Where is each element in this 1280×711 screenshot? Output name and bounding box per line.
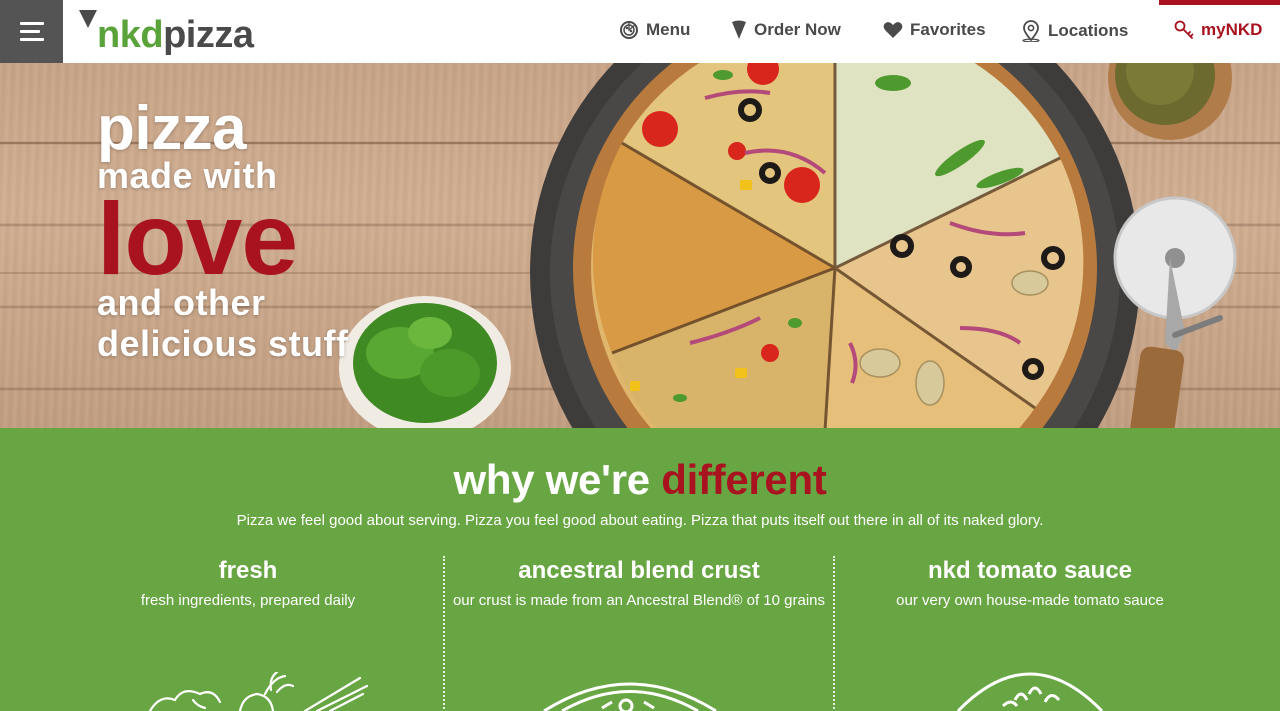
nav-order-now-label: Order Now bbox=[754, 20, 841, 39]
site-header: nkd pizza Menu Order Now Favorites Locati… bbox=[0, 0, 1280, 63]
hero-headline: pizza made with love and other delicious… bbox=[97, 94, 349, 365]
hamburger-line bbox=[20, 38, 44, 41]
hamburger-line bbox=[20, 30, 40, 33]
heart-icon bbox=[883, 22, 903, 38]
key-icon bbox=[1174, 20, 1194, 39]
feature-fresh: fresh fresh ingredients, prepared daily bbox=[60, 556, 436, 612]
pizza-icon bbox=[620, 21, 638, 39]
feature-text: our very own house-made tomato sauce bbox=[896, 592, 1164, 609]
hero-line-and-other: and other bbox=[97, 282, 266, 323]
tomato-sauce-icon bbox=[956, 672, 1104, 711]
feature-text: fresh ingredients, prepared daily bbox=[140, 592, 356, 609]
logo-slice-icon bbox=[79, 10, 97, 28]
feature-title: ancestral blend crust bbox=[518, 557, 760, 584]
hamburger-line bbox=[20, 22, 44, 25]
mynkd-accent-bar bbox=[1159, 0, 1280, 5]
nav-menu-label: Menu bbox=[646, 20, 691, 39]
why-different-section: why we're different Pizza we feel good a… bbox=[0, 428, 1280, 711]
pizza-crust-icon bbox=[543, 682, 717, 711]
nav-favorites-label: Favorites bbox=[910, 20, 986, 39]
nav-mynkd-link[interactable]: myNKD bbox=[1174, 20, 1262, 40]
feature-title: fresh bbox=[218, 557, 278, 584]
nav-mynkd-label: myNKD bbox=[1201, 20, 1263, 39]
column-divider bbox=[833, 556, 835, 711]
feature-title: nkd tomato sauce bbox=[927, 557, 1133, 584]
slice-icon bbox=[732, 20, 746, 39]
hero-banner: pizza made with love and other delicious… bbox=[0, 63, 1280, 428]
section-subtitle: Pizza we feel good about serving. Pizza … bbox=[236, 512, 1044, 529]
hero-line-love: love bbox=[97, 182, 298, 296]
nkd-pizza-logo[interactable]: nkd pizza bbox=[78, 6, 254, 56]
section-title: why we're different bbox=[0, 456, 1280, 504]
nav-menu-link[interactable]: Menu bbox=[619, 20, 690, 40]
hamburger-menu-button[interactable] bbox=[0, 0, 63, 63]
map-pin-icon bbox=[1022, 20, 1040, 42]
nav-locations-label: Locations bbox=[1048, 21, 1129, 40]
feature-text: our crust is made from an Ancestral Blen… bbox=[452, 592, 826, 609]
section-title-white: why we're bbox=[453, 456, 650, 503]
section-title-red: different bbox=[661, 456, 827, 503]
nav-favorites-link[interactable]: Favorites bbox=[883, 20, 986, 40]
feature-tomato-sauce: nkd tomato sauce our very own house-made… bbox=[836, 556, 1224, 612]
hero-line-pizza: pizza bbox=[97, 94, 247, 163]
vegetables-icon bbox=[148, 672, 369, 711]
nav-locations-link[interactable]: Locations bbox=[1021, 20, 1128, 42]
column-divider bbox=[443, 556, 445, 711]
feature-ancestral-crust: ancestral blend crust our crust is made … bbox=[446, 556, 832, 612]
nav-order-now-link[interactable]: Order Now bbox=[731, 20, 841, 40]
logo-text-pizza: pizza bbox=[163, 14, 254, 56]
hero-line-delicious-stuff: delicious stuff bbox=[97, 323, 349, 364]
